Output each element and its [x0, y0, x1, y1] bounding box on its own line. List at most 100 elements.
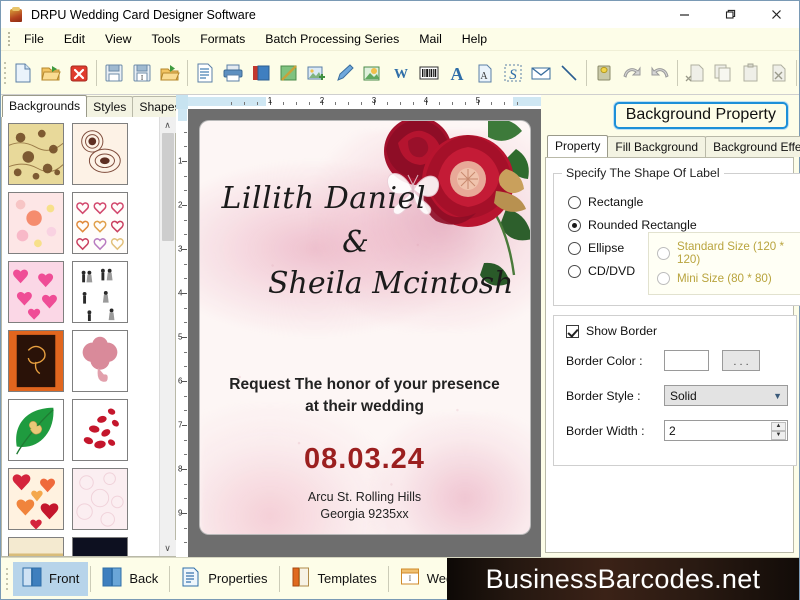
radio-standard-size[interactable]: Standard Size (120 * 120) [657, 240, 799, 266]
tab-background-effects[interactable]: Background Effects [705, 136, 800, 157]
stepper-down-icon[interactable]: ▼ [771, 431, 786, 440]
thumb-pastel-blossoms[interactable] [8, 192, 64, 254]
border-color-swatch[interactable] [664, 350, 709, 371]
thumb-green-leaf-cherub[interactable] [8, 399, 64, 461]
thumbnail-scrollbar[interactable]: ∧ ∨ [159, 117, 175, 556]
thumb-pink-elephant[interactable] [72, 330, 128, 392]
delete-icon[interactable] [765, 57, 793, 89]
sidebar-tab-styles[interactable]: Styles [86, 96, 133, 117]
tab-property[interactable]: Property [547, 135, 608, 157]
ruler-minor-tick [184, 396, 187, 397]
radio-rectangle[interactable]: Rectangle [568, 195, 800, 209]
background-property-panel: Background Property Property Fill Backgr… [541, 95, 799, 557]
radio-rounded-rectangle[interactable]: Rounded Rectangle [568, 218, 800, 232]
watermark-icon[interactable]: W [387, 57, 415, 89]
redo-icon[interactable] [646, 57, 674, 89]
menu-item-formats[interactable]: Formats [190, 30, 255, 48]
open-icon[interactable] [37, 57, 65, 89]
image-icon[interactable] [303, 57, 331, 89]
bottom-tab-templates[interactable]: Templates [282, 562, 386, 596]
thumb-red-rose-petals[interactable] [72, 399, 128, 461]
radio-standard-size-icon[interactable] [657, 247, 670, 260]
wedding-card-preview[interactable]: Lillith Daniel & Sheila Mcintosh Request… [200, 121, 530, 534]
pen-icon[interactable] [331, 57, 359, 89]
print-icon[interactable] [219, 57, 247, 89]
menu-item-file[interactable]: File [14, 30, 54, 48]
menu-item-batch-processing-series[interactable]: Batch Processing Series [255, 30, 409, 48]
save-icon[interactable] [100, 57, 128, 89]
thumb-outline-hearts[interactable] [72, 192, 128, 254]
menu-item-tools[interactable]: Tools [141, 30, 190, 48]
close-button[interactable] [753, 1, 799, 28]
svg-text:I: I [408, 574, 411, 583]
ruler-minor-tick [491, 102, 492, 105]
copy-icon[interactable] [709, 57, 737, 89]
menu-item-mail[interactable]: Mail [409, 30, 452, 48]
line-icon[interactable] [555, 57, 583, 89]
radio-mini-size[interactable]: Mini Size (80 * 80) [657, 272, 799, 285]
thumb-orange-ganesha[interactable] [8, 330, 64, 392]
bottom-tab-properties[interactable]: Properties [172, 562, 276, 596]
barcode-icon[interactable] [415, 57, 443, 89]
new-icon[interactable] [9, 57, 37, 89]
page-setup-icon[interactable] [191, 57, 219, 89]
chevron-down-icon[interactable]: ▼ [773, 391, 782, 401]
menu-item-edit[interactable]: Edit [54, 30, 95, 48]
sidebar-tab-backgrounds[interactable]: Backgrounds [2, 95, 87, 117]
wedding-date[interactable]: 08.03.24 [200, 443, 530, 476]
signature-icon[interactable]: S [499, 57, 527, 89]
undo-icon[interactable] [618, 57, 646, 89]
radio-rounded-rectangle-icon[interactable] [568, 219, 581, 232]
thumb-lace-rosette[interactable] [72, 123, 128, 185]
bottom-tab-front[interactable]: Front [13, 562, 88, 596]
ruler-top-row: 12345 [176, 95, 541, 109]
print-preview-icon[interactable] [247, 57, 275, 89]
bottom-tab-back[interactable]: Back [93, 562, 167, 596]
database-icon[interactable] [590, 57, 618, 89]
main-toolbar: I [1, 51, 799, 95]
ruler-minor-tick [400, 102, 401, 105]
open-recent-icon[interactable] [156, 57, 184, 89]
show-border-checkbox[interactable] [566, 325, 579, 338]
show-border-row[interactable]: Show Border [566, 324, 788, 338]
save-as-icon[interactable]: I [128, 57, 156, 89]
minimize-button[interactable] [661, 1, 707, 28]
text-box-icon[interactable]: A [471, 57, 499, 89]
text-icon[interactable]: A [443, 57, 471, 89]
maximize-button[interactable] [707, 1, 753, 28]
paste-icon[interactable] [737, 57, 765, 89]
border-style-select[interactable]: Solid ▼ [664, 385, 788, 406]
email-icon[interactable] [527, 57, 555, 89]
scrollbar-thumb[interactable] [162, 133, 174, 241]
thumb-soft-pink-texture[interactable] [72, 468, 128, 530]
border-color-browse-button[interactable]: . . . [722, 350, 760, 371]
thumb-wedding-couples[interactable] [72, 261, 128, 323]
radio-mini-size-icon[interactable] [657, 272, 670, 285]
radio-cd-dvd-icon[interactable] [568, 265, 581, 278]
stepper-up-icon[interactable]: ▲ [771, 422, 786, 431]
thumb-heart-collage[interactable] [8, 468, 64, 530]
venue-address[interactable]: Arcu St. Rolling Hills Georgia 9235xx [200, 489, 530, 523]
radio-rectangle-icon[interactable] [568, 196, 581, 209]
thumb-vintage-floral[interactable] [8, 123, 64, 185]
picture-icon[interactable] [359, 57, 387, 89]
shapes-icon[interactable] [275, 57, 303, 89]
couple-names[interactable]: Lillith Daniel & Sheila Mcintosh [200, 183, 530, 301]
tab-fill-background[interactable]: Fill Background [607, 136, 706, 157]
canvas-viewport[interactable]: Lillith Daniel & Sheila Mcintosh Request… [188, 109, 541, 557]
close-document-icon[interactable] [65, 57, 93, 89]
menu-item-help[interactable]: Help [452, 30, 497, 48]
thumb-gold-band[interactable] [8, 537, 64, 556]
scroll-up-icon[interactable]: ∧ [160, 117, 176, 133]
window-title: DRPU Wedding Card Designer Software [31, 8, 256, 22]
scroll-down-icon[interactable]: ∨ [160, 540, 176, 556]
cut-icon[interactable] [681, 57, 709, 89]
thumb-pink-hearts[interactable] [8, 261, 64, 323]
invitation-text[interactable]: Request The honor of your presence at th… [200, 374, 530, 419]
radio-ellipse-icon[interactable] [568, 242, 581, 255]
stepper-buttons[interactable]: ▲ ▼ [771, 422, 786, 439]
menu-item-view[interactable]: View [95, 30, 141, 48]
thumb-night-hearts[interactable] [72, 537, 128, 556]
ruler-label: 3 [372, 96, 376, 105]
border-width-stepper[interactable]: 2 ▲ ▼ [664, 420, 788, 441]
